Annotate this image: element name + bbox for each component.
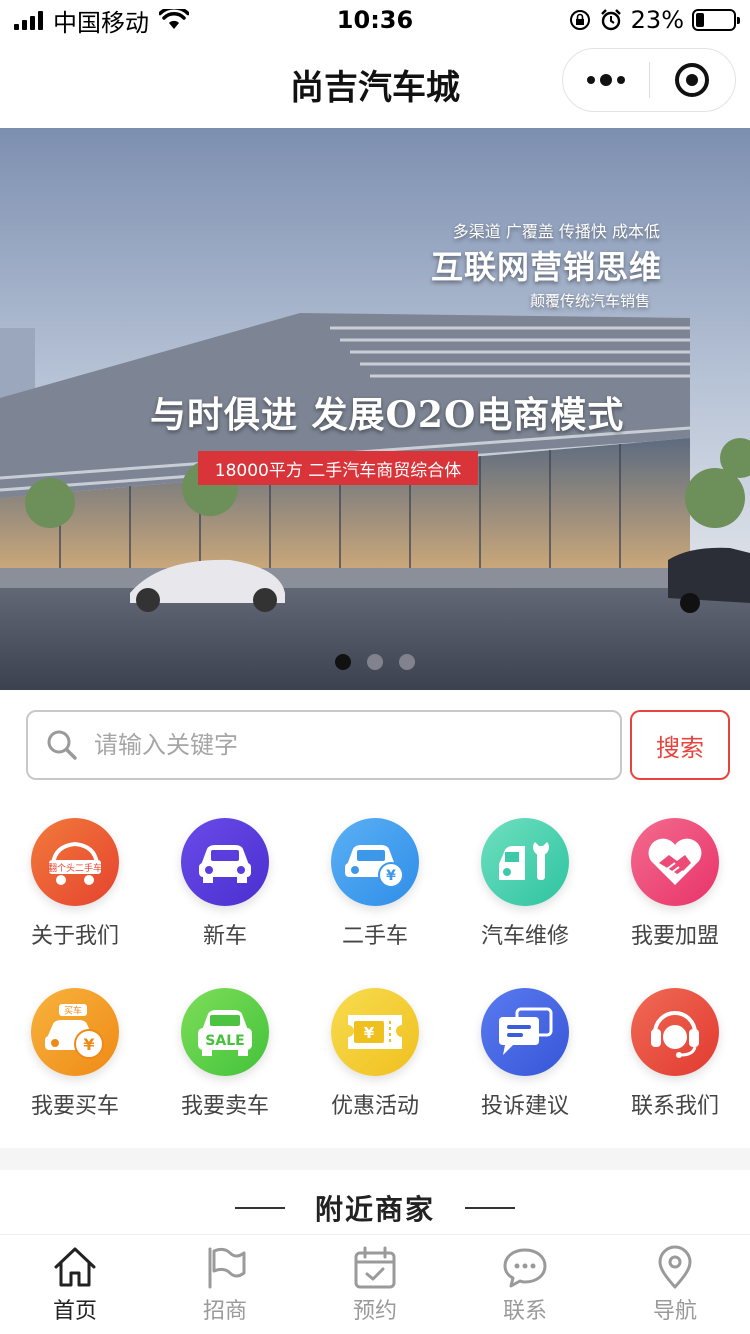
car-icon: [181, 818, 269, 906]
nav-bar: 尚吉汽车城: [0, 40, 750, 128]
tab-booking[interactable]: 预约: [300, 1235, 450, 1334]
sale-car-icon: SALE: [181, 988, 269, 1076]
menu-label: 我要加盟: [630, 924, 719, 949]
coupon-icon: ¥: [331, 988, 419, 1076]
menu-item-used-car[interactable]: ¥ 二手车: [300, 818, 450, 950]
carousel-dot[interactable]: [367, 654, 383, 670]
page-title: 尚吉汽车城: [290, 67, 460, 108]
more-dots-icon[interactable]: [563, 49, 649, 111]
menu-item-repair[interactable]: 汽车维修: [450, 818, 600, 950]
target-icon[interactable]: [650, 49, 736, 111]
carousel-dot[interactable]: [399, 654, 415, 670]
menu-item-join[interactable]: 我要加盟: [600, 818, 750, 950]
search-row: 搜索: [26, 710, 730, 780]
menu-label: 关于我们: [30, 924, 119, 949]
menu-item-about[interactable]: 翻个头二手车 关于我们: [0, 818, 150, 950]
menu-label: 联系我们: [630, 1094, 719, 1119]
menu-item-sell-car[interactable]: SALE 我要卖车: [150, 988, 300, 1120]
tab-label: 招商: [202, 1298, 247, 1324]
calendar-check-icon: [354, 1246, 396, 1288]
battery-icon: [692, 9, 740, 31]
tab-label: 联系: [502, 1298, 547, 1324]
rotation-lock-icon: [569, 10, 590, 30]
home-icon: [54, 1247, 96, 1286]
menu-item-promotions[interactable]: ¥ 优惠活动: [300, 988, 450, 1120]
flag-icon: [208, 1247, 246, 1288]
carousel-indicators: [0, 654, 750, 670]
search-button[interactable]: 搜索: [630, 710, 730, 780]
tab-label: 首页: [52, 1298, 97, 1324]
banner-headline: 互联网营销思维: [430, 248, 662, 286]
buy-car-icon: 买车 ¥: [31, 988, 119, 1076]
nearby-header: 附近商家: [0, 1188, 750, 1228]
alarm-icon: [600, 9, 621, 31]
banner-carousel[interactable]: 多渠道 广覆盖 传播快 成本低 互联网营销思维 颠覆传统汽车销售 与时俱进 发展…: [0, 128, 750, 690]
chat-bubbles-icon: [481, 988, 569, 1076]
battery-percent: 23%: [630, 6, 684, 34]
nearby-title: 附近商家: [314, 1193, 435, 1226]
tab-contact[interactable]: 联系: [450, 1235, 600, 1334]
section-divider: [0, 1148, 750, 1170]
location-pin-icon: [658, 1245, 692, 1288]
menu-label: 投诉建议: [480, 1094, 569, 1119]
banner-slogan: 与时俱进 发展O2O电商模式: [150, 394, 625, 436]
tab-bar: 首页 招商 预约 联系 导航: [0, 1234, 750, 1334]
signal-icon: [14, 10, 43, 30]
tab-home[interactable]: 首页: [0, 1235, 150, 1334]
menu-item-feedback[interactable]: 投诉建议: [450, 988, 600, 1120]
sale-badge: SALE: [205, 1033, 244, 1049]
status-left: 中国移动: [14, 3, 189, 38]
svg-text:¥: ¥: [386, 868, 396, 884]
tab-merchants[interactable]: 招商: [150, 1235, 300, 1334]
banner-subtitle-bottom: 颠覆传统汽车销售: [529, 292, 650, 310]
menu-grid: 翻个头二手车 关于我们 新车 ¥ 二手车 汽车维修 我要加盟 买车 ¥ 我要买车…: [0, 818, 750, 1120]
svg-text:¥: ¥: [364, 1024, 375, 1042]
banner-tag: 18000平方 二手汽车商贸综合体: [198, 451, 478, 485]
tab-label: 导航: [652, 1298, 697, 1324]
menu-label: 二手车: [341, 924, 408, 949]
banner-subtitle-top: 多渠道 广覆盖 传播快 成本低: [452, 222, 660, 241]
mini-program-capsule: [562, 48, 736, 112]
search-icon: [47, 730, 77, 760]
divider-line: [234, 1207, 285, 1209]
status-right: 23%: [569, 6, 740, 34]
carousel-dot[interactable]: [335, 654, 351, 670]
search-box[interactable]: [26, 710, 622, 780]
divider-line: [465, 1207, 515, 1209]
car-yuan-icon: ¥: [331, 818, 419, 906]
carrier-label: 中国移动: [53, 8, 149, 37]
headset-icon: [631, 988, 719, 1076]
menu-label: 新车: [202, 924, 247, 949]
menu-item-buy-car[interactable]: 买车 ¥ 我要买车: [0, 988, 150, 1120]
car-wrench-icon: [481, 818, 569, 906]
search-input[interactable]: [94, 731, 620, 759]
svg-text:¥: ¥: [83, 1035, 94, 1054]
menu-label: 我要卖车: [180, 1094, 269, 1119]
menu-item-new-car[interactable]: 新车: [150, 818, 300, 950]
status-bar: 中国移动 10:36 23%: [0, 0, 750, 40]
menu-label: 优惠活动: [330, 1094, 419, 1119]
logo-badge-text: 翻个头二手车: [48, 862, 102, 874]
tab-navigation[interactable]: 导航: [600, 1235, 750, 1334]
tab-label: 预约: [352, 1298, 397, 1324]
wifi-icon: [159, 9, 189, 29]
menu-label: 我要买车: [30, 1094, 119, 1119]
menu-item-contact[interactable]: 联系我们: [600, 988, 750, 1120]
menu-label: 汽车维修: [480, 924, 569, 949]
logo-badge-icon: 翻个头二手车: [31, 818, 119, 906]
buy-car-badge: 买车: [64, 1005, 82, 1017]
heart-handshake-icon: [631, 818, 719, 906]
chat-icon: [503, 1248, 547, 1287]
